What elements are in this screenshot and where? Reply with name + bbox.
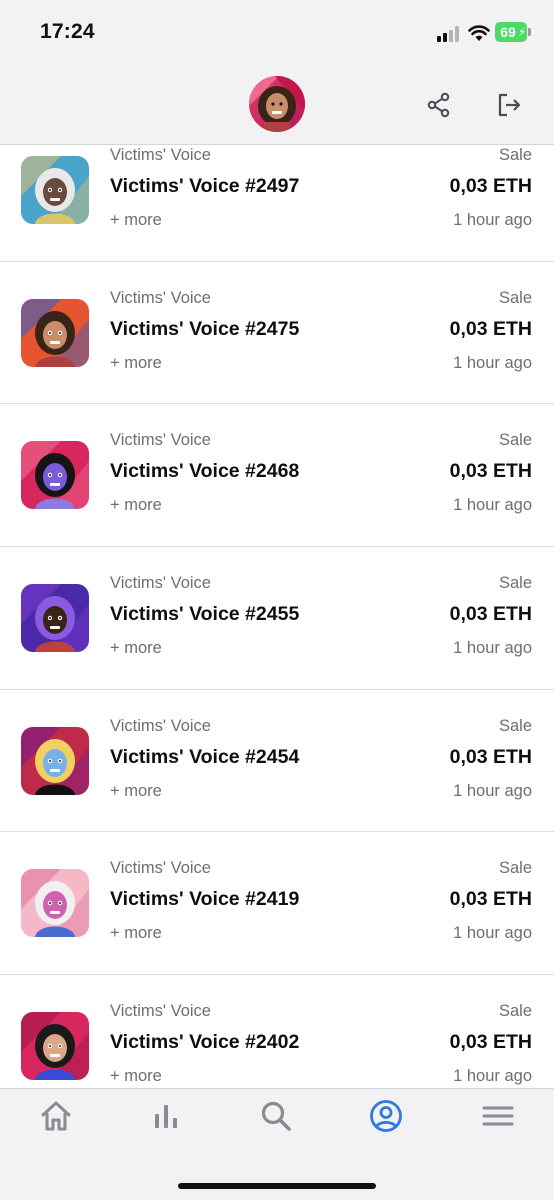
collection-name: Victims' Voice (110, 1002, 211, 1021)
price: 0,03 ETH (449, 888, 532, 911)
collection-name: Victims' Voice (110, 146, 211, 164)
timestamp: 1 hour ago (453, 781, 532, 800)
event-type: Sale (498, 146, 532, 164)
event-type: Sale (498, 288, 532, 307)
nft-thumbnail (21, 726, 89, 795)
more-link[interactable]: + more (110, 211, 162, 230)
list-item[interactable]: Victims' Voice Victims' Voice #2454 + more… (0, 689, 554, 833)
status-time: 17:24 (40, 20, 95, 43)
nft-thumbnail (21, 156, 89, 224)
collection-name: Victims' Voice (110, 859, 211, 878)
price: 0,03 ETH (449, 175, 532, 197)
timestamp: 1 hour ago (453, 924, 532, 943)
nft-thumbnail (21, 869, 89, 938)
logout-icon[interactable] (496, 92, 522, 118)
app-header (0, 64, 554, 145)
nft-title[interactable]: Victims' Voice #2475 (110, 318, 299, 341)
nft-title[interactable]: Victims' Voice #2455 (110, 603, 299, 626)
share-icon[interactable] (426, 92, 452, 118)
collection-name: Victims' Voice (110, 574, 211, 593)
tab-bar (0, 1088, 554, 1200)
menu-icon[interactable] (481, 1099, 515, 1133)
home-icon[interactable] (39, 1099, 73, 1133)
more-link[interactable]: + more (110, 782, 162, 801)
price: 0,03 ETH (449, 460, 532, 483)
list-item[interactable]: Victims' Voice Victims' Voice #2419 + more… (0, 832, 554, 976)
more-link[interactable]: + more (110, 1067, 162, 1086)
list-item[interactable]: Victims' Voice Victims' Voice #2402 + more… (0, 975, 554, 1088)
activity-list[interactable]: Victims' Voice Victims' Voice #2497 + more… (0, 145, 554, 1088)
more-link[interactable]: + more (110, 639, 162, 658)
nft-title[interactable]: Victims' Voice #2419 (110, 888, 299, 911)
price: 0,03 ETH (449, 745, 532, 768)
timestamp: 1 hour ago (453, 211, 532, 229)
list-item[interactable]: Victims' Voice Victims' Voice #2475 + more… (0, 261, 554, 405)
list-item[interactable]: Victims' Voice Victims' Voice #2468 + more… (0, 404, 554, 548)
event-type: Sale (498, 431, 532, 450)
collection-name: Victims' Voice (110, 288, 211, 307)
price: 0,03 ETH (449, 1031, 532, 1054)
nft-title[interactable]: Victims' Voice #2497 (110, 175, 299, 198)
collection-name: Victims' Voice (110, 716, 211, 735)
event-type: Sale (498, 859, 532, 878)
timestamp: 1 hour ago (453, 639, 532, 658)
timestamp: 1 hour ago (453, 353, 532, 372)
more-link[interactable]: + more (110, 924, 162, 943)
user-circle-icon[interactable] (369, 1099, 403, 1133)
nft-title[interactable]: Victims' Voice #2468 (110, 460, 299, 483)
event-type: Sale (498, 574, 532, 593)
battery-percent: 69 (500, 24, 516, 40)
nft-thumbnail (21, 298, 89, 367)
nft-title[interactable]: Victims' Voice #2402 (110, 1031, 299, 1054)
list-item[interactable]: Victims' Voice Victims' Voice #2497 + more… (0, 145, 554, 262)
nft-thumbnail (21, 1012, 89, 1081)
status-bar: 17:24 69 ⚡ (0, 0, 554, 64)
search-icon[interactable] (259, 1099, 293, 1133)
price: 0,03 ETH (449, 603, 532, 626)
wifi-icon (468, 25, 490, 41)
more-link[interactable]: + more (110, 496, 162, 515)
collection-name: Victims' Voice (110, 431, 211, 450)
profile-avatar[interactable] (249, 76, 305, 132)
timestamp: 1 hour ago (453, 496, 532, 515)
nft-title[interactable]: Victims' Voice #2454 (110, 746, 299, 769)
list-item[interactable]: Victims' Voice Victims' Voice #2455 + more… (0, 547, 554, 690)
nft-thumbnail (21, 441, 89, 510)
bar-chart-icon[interactable] (149, 1099, 183, 1133)
event-type: Sale (498, 1002, 532, 1021)
cellular-signal-icon (437, 26, 463, 42)
event-type: Sale (498, 716, 532, 735)
price: 0,03 ETH (449, 317, 532, 340)
home-indicator (178, 1183, 376, 1189)
nft-thumbnail (21, 584, 89, 653)
timestamp: 1 hour ago (453, 1067, 532, 1086)
more-link[interactable]: + more (110, 354, 162, 373)
battery-icon: 69 ⚡ (495, 22, 531, 42)
